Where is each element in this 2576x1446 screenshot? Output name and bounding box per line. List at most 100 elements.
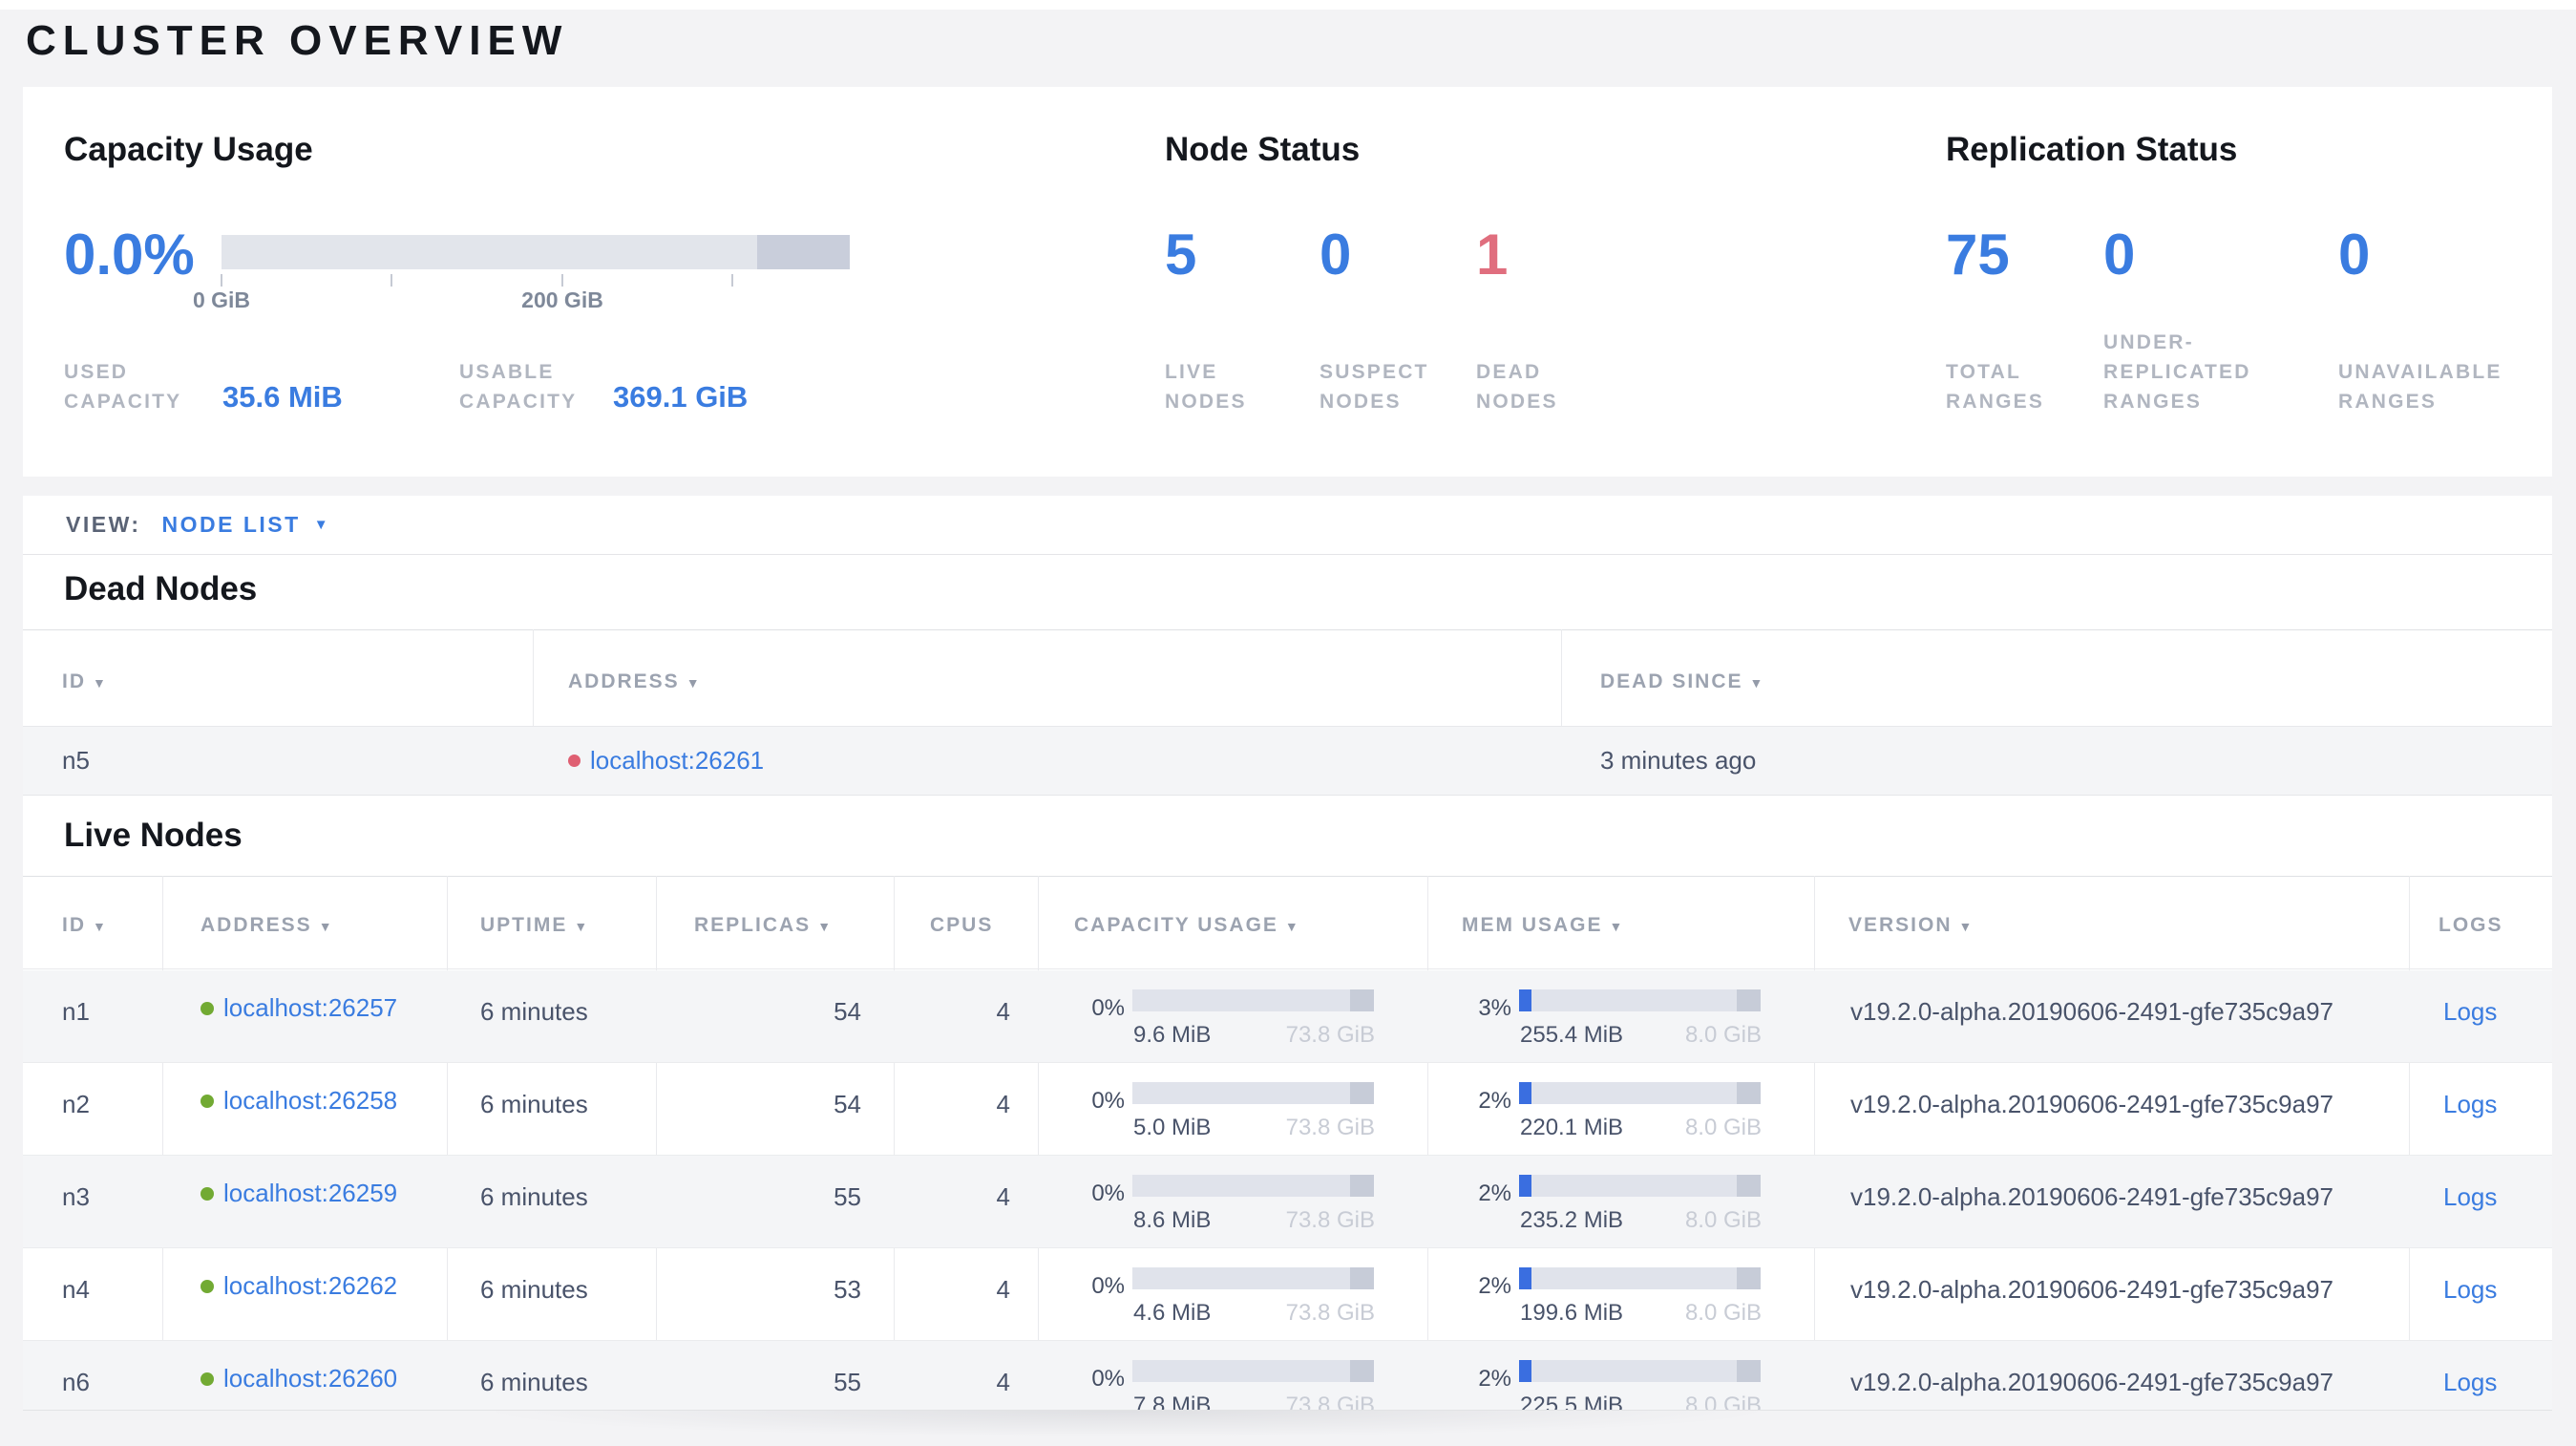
nodes-section: Dead Nodes ID ▼ ADDRESS ▼ DEAD SINCE ▼ n5 l… (23, 555, 2552, 1411)
node-id: n3 (62, 1182, 90, 1211)
live-col-address[interactable]: ADDRESS ▼ (201, 914, 334, 937)
dead-nodes-heading: Dead Nodes (64, 570, 258, 607)
mem-bar-reserved-segment (1736, 1267, 1761, 1289)
node-logs-cell: Logs (2443, 1275, 2497, 1305)
table-row: n1 localhost:26257 6 minutes 54 4 0% 9.6… (23, 970, 2552, 1063)
node-replicas: 55 (834, 1182, 861, 1211)
node-address-link[interactable]: localhost:26259 (223, 1179, 397, 1208)
node-address-cell: localhost:26262 (201, 1271, 397, 1301)
live-col-mem-usage[interactable]: MEM USAGE ▼ (1462, 914, 1624, 937)
node-address-link[interactable]: localhost:26260 (223, 1364, 397, 1393)
mem-bar-fill (1519, 989, 1531, 1011)
dead-node-dead-since: 3 minutes ago (1600, 746, 1757, 775)
used-capacity-label: USED CAPACITY (64, 361, 182, 413)
capacity-percent: 0% (1091, 1273, 1125, 1299)
dead-node-address-link[interactable]: localhost:26261 (590, 746, 764, 776)
live-status-icon (201, 1372, 214, 1386)
mem-percent: 3% (1478, 995, 1511, 1021)
capacity-usage-bar (1132, 1175, 1374, 1197)
logs-link[interactable]: Logs (2443, 1275, 2497, 1304)
node-cpus: 4 (996, 1090, 1010, 1118)
mem-bar-fill (1519, 1360, 1531, 1382)
axis-tick-label: 0 GiB (192, 287, 251, 312)
dead-col-dead-since[interactable]: DEAD SINCE ▼ (1600, 670, 1764, 693)
node-address-link[interactable]: localhost:26257 (223, 993, 397, 1023)
logs-link[interactable]: Logs (2443, 1182, 2497, 1211)
live-nodes-label: LIVE NODES (1165, 361, 1247, 413)
table-row: n5 localhost:26261 3 minutes ago (23, 726, 2552, 796)
axis-tick-label: 200 GiB (521, 287, 603, 312)
live-status-icon (201, 1279, 214, 1293)
live-col-uptime[interactable]: UPTIME ▼ (480, 914, 589, 937)
live-col-capacity-usage[interactable]: CAPACITY USAGE ▼ (1074, 914, 1300, 937)
sort-desc-icon: ▼ (1284, 919, 1300, 934)
axis-tick (221, 274, 222, 287)
unavailable-ranges-count: 0 (2338, 223, 2371, 287)
dead-status-icon (568, 755, 581, 767)
under-replicated-ranges-label: UNDER- REPLICATED RANGES (2103, 331, 2251, 413)
table-row: n2 localhost:26258 6 minutes 54 4 0% 5.0… (23, 1063, 2552, 1156)
replication-status-heading: Replication Status (1946, 131, 2238, 168)
total-ranges-label: TOTAL RANGES (1946, 361, 2045, 413)
sort-desc-icon: ▼ (93, 919, 108, 934)
dead-node-id: n5 (62, 746, 90, 775)
logs-link[interactable]: Logs (2443, 997, 2497, 1026)
sort-desc-icon: ▼ (817, 919, 834, 934)
logs-link[interactable]: Logs (2443, 1090, 2497, 1118)
mem-usage-bar (1519, 1267, 1761, 1289)
live-col-version[interactable]: VERSION ▼ (1848, 914, 1974, 937)
node-cpus: 4 (996, 997, 1010, 1026)
mem-bar-fill (1519, 1082, 1531, 1104)
view-bar: VIEW: NODE LIST ▼ (23, 496, 2552, 555)
table-row: n3 localhost:26259 6 minutes 55 4 0% 8.6… (23, 1156, 2552, 1248)
bottom-shadow (411, 1411, 1843, 1446)
node-id: n2 (62, 1090, 90, 1118)
dead-col-address[interactable]: ADDRESS ▼ (568, 670, 702, 693)
mem-values: 199.6 MiB 8.0 GiB (1520, 1300, 1762, 1326)
node-id: n4 (62, 1275, 90, 1304)
node-id: n6 (62, 1368, 90, 1396)
capacity-bar-reserved-segment (1349, 1360, 1374, 1382)
view-mode-dropdown[interactable]: NODE LIST ▼ (162, 512, 328, 538)
node-cpus: 4 (996, 1182, 1010, 1211)
view-label: VIEW: (66, 512, 141, 537)
mem-bar-fill (1519, 1267, 1531, 1289)
node-version: v19.2.0-alpha.20190606-2491-gfe735c9a97 (1850, 1182, 2333, 1211)
capacity-bar-reserved-segment (1349, 1175, 1374, 1197)
used-capacity-stat: USED CAPACITY 35.6 MiB (64, 357, 343, 416)
sort-desc-icon: ▼ (1609, 919, 1625, 934)
node-address-link[interactable]: localhost:26262 (223, 1271, 397, 1301)
sort-desc-icon: ▼ (1749, 675, 1765, 691)
mem-usage-bar (1519, 989, 1761, 1011)
capacity-percent: 0% (1091, 1088, 1125, 1114)
live-status-icon (201, 1094, 214, 1108)
node-id: n1 (62, 997, 90, 1026)
capacity-used-percent: 0.0% (64, 223, 195, 287)
capacity-bar-reserved-segment (757, 235, 850, 269)
node-address-cell: localhost:26257 (201, 993, 397, 1023)
table-row: n6 localhost:26260 6 minutes 55 4 0% 7.8… (23, 1341, 2552, 1410)
axis-tick (391, 274, 392, 287)
node-address-link[interactable]: localhost:26258 (223, 1086, 397, 1116)
node-version: v19.2.0-alpha.20190606-2491-gfe735c9a97 (1850, 1090, 2333, 1118)
mem-bar-reserved-segment (1736, 1175, 1761, 1197)
logs-link[interactable]: Logs (2443, 1368, 2497, 1396)
live-col-id[interactable]: ID ▼ (62, 914, 108, 937)
capacity-usage-bar (1132, 1082, 1374, 1104)
mem-bar-reserved-segment (1736, 989, 1761, 1011)
capacity-values: 4.6 MiB 73.8 GiB (1133, 1300, 1375, 1326)
dead-col-id[interactable]: ID ▼ (62, 670, 108, 693)
node-replicas: 55 (834, 1368, 861, 1396)
view-mode-selected: NODE LIST (161, 512, 301, 537)
used-capacity-value: 35.6 MiB (222, 380, 343, 414)
node-address-cell: localhost:26258 (201, 1086, 397, 1116)
node-uptime: 6 minutes (480, 1182, 588, 1211)
live-col-replicas[interactable]: REPLICAS ▼ (694, 914, 833, 937)
live-col-logs: LOGS (2439, 914, 2503, 936)
node-status-heading: Node Status (1165, 131, 1361, 168)
node-logs-cell: Logs (2443, 997, 2497, 1027)
mem-bar-reserved-segment (1736, 1360, 1761, 1382)
mem-values: 220.1 MiB 8.0 GiB (1520, 1115, 1762, 1140)
capacity-usage-heading: Capacity Usage (64, 131, 313, 168)
summary-card: Capacity Usage 0.0% 0 GiB 200 GiB USED C… (23, 87, 2552, 477)
